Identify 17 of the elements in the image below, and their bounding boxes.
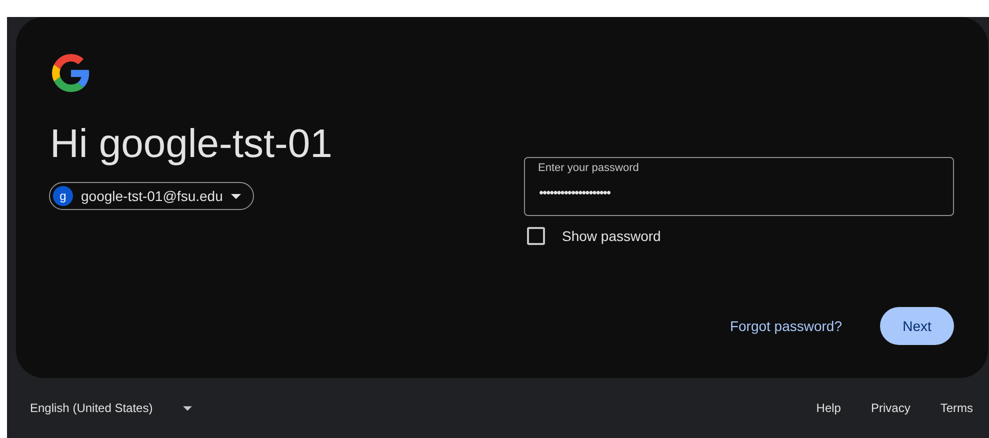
checkbox-label: Show password xyxy=(562,228,661,244)
greeting-heading: Hi google-tst-01 xyxy=(50,121,332,168)
password-field[interactable]: Enter your password •••••••••••••••••••• xyxy=(524,157,954,216)
checkbox[interactable] xyxy=(527,227,545,245)
field-label: Enter your password xyxy=(537,162,640,174)
password-value: •••••••••••••••••••• xyxy=(539,185,612,200)
language-selector[interactable]: English (United States) xyxy=(30,401,192,415)
caret-icon xyxy=(230,194,241,198)
footer-link[interactable]: Privacy xyxy=(870,401,910,415)
logo-icon xyxy=(52,54,90,92)
forgot-password-link[interactable]: Forgot password? xyxy=(730,318,842,334)
caret-icon xyxy=(182,406,192,410)
account-chip[interactable]: g google-tst-01@fsu.edu xyxy=(49,182,254,210)
next-button[interactable]: Next xyxy=(880,307,954,345)
footer-link[interactable]: Terms xyxy=(940,401,973,415)
avatar-icon: g xyxy=(53,186,73,206)
footer-link[interactable]: Help xyxy=(816,401,841,415)
